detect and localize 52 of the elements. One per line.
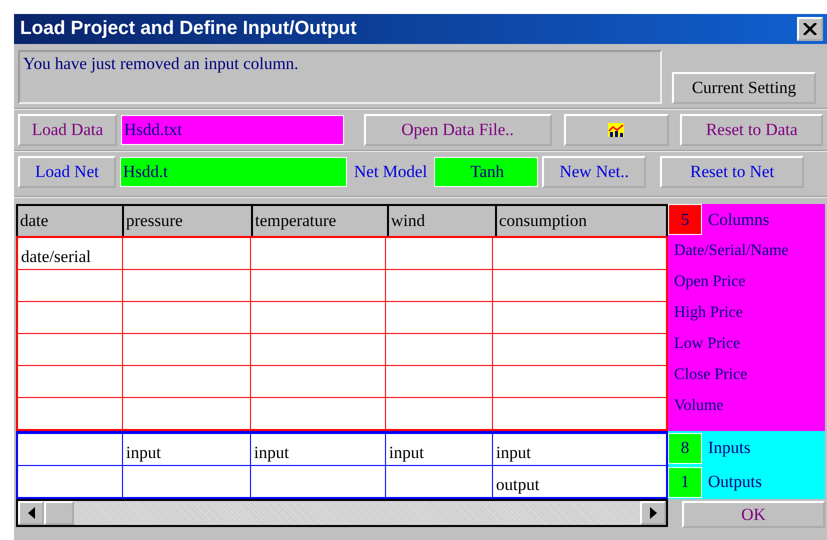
role-cell[interactable]: input [493,434,666,465]
field-name: Close Price [673,364,748,384]
reset-to-net-button[interactable]: Reset to Net [660,156,804,188]
column-header[interactable]: temperature [253,206,387,236]
close-icon [803,23,817,35]
column-header[interactable]: pressure [124,206,251,236]
current-setting-button[interactable]: Current Setting [672,72,816,104]
columns-count: 5 [668,204,702,235]
outputs-label: Outputs [707,472,762,492]
role-cell[interactable] [18,434,122,465]
role-cell[interactable] [386,466,492,497]
right-arrow-icon [650,507,656,519]
load-data-button[interactable]: Load Data [18,114,117,146]
inputs-count: 8 [668,432,702,464]
scroll-left-button[interactable] [18,501,44,525]
column-header[interactable]: date [18,206,122,236]
inputs-label: Inputs [707,438,750,458]
field-name: Volume [673,396,724,416]
role-cell[interactable] [251,466,385,497]
field-name: High Price [673,302,744,322]
net-model-label: Net Model [353,162,428,182]
role-cell[interactable] [123,466,250,497]
status-message: You have just removed an input column. [18,50,662,104]
net-model-field[interactable]: Tanh [434,157,538,187]
table-cell: date/serial [18,238,122,269]
data-file-field[interactable]: Hsdd.txt [121,115,344,145]
role-cell[interactable]: input [251,434,385,465]
columns-label: Columns [707,210,770,230]
window-title: Load Project and Define Input/Output [20,18,357,40]
outputs-count: 1 [668,466,702,498]
left-arrow-icon [28,507,34,519]
field-name: Date/Serial/Name [673,240,790,260]
horizontal-scrollbar[interactable] [16,499,668,527]
field-name: Low Price [673,334,742,354]
open-data-file-button[interactable]: Open Data File.. [364,114,552,146]
field-name: Open Price [673,272,747,292]
role-cell[interactable]: input [386,434,492,465]
load-net-button[interactable]: Load Net [18,156,116,188]
scroll-thumb[interactable] [44,501,74,525]
reset-to-data-button[interactable]: Reset to Data [680,114,823,146]
role-cell[interactable]: input [123,434,250,465]
column-header[interactable]: consumption [497,206,666,236]
chart-button[interactable] [564,114,669,146]
role-cell[interactable]: output [493,466,666,497]
column-header[interactable]: wind [389,206,495,236]
ok-button[interactable]: OK [682,501,825,528]
net-file-field[interactable]: Hsdd.t [120,157,347,187]
close-button[interactable] [797,17,823,41]
role-cell[interactable] [18,466,122,497]
scroll-right-button[interactable] [640,501,666,525]
chart-icon [608,123,624,137]
new-net-button[interactable]: New Net.. [542,156,646,188]
